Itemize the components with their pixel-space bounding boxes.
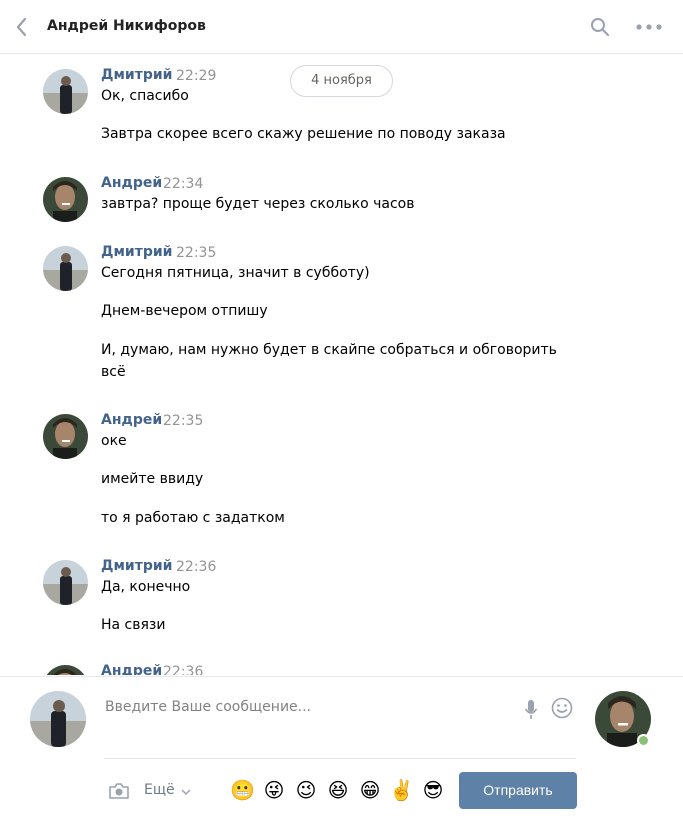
message-text: Да, конечно [101, 579, 191, 595]
more-attachments-button[interactable]: Ещё [144, 782, 175, 798]
emoji-grin[interactable]: 😁 [358, 778, 382, 802]
smile-icon[interactable] [551, 697, 573, 719]
message-author[interactable]: Дмитрий [101, 244, 172, 260]
emoji-winking-tongue[interactable]: 😜 [262, 778, 286, 802]
avatar[interactable] [43, 69, 88, 114]
message-text: Днем-вечером отпишу [101, 303, 268, 319]
emoji-sunglasses[interactable]: 😎 [421, 778, 445, 802]
message-author[interactable]: Андрей [101, 175, 162, 191]
emoji-victory-hand[interactable]: ✌️ [389, 778, 414, 802]
message-time: 22:35 [176, 245, 217, 261]
message-text: Сегодня пятница, значит в субботу) [101, 265, 370, 281]
more-options-icon[interactable] [636, 24, 662, 30]
avatar[interactable] [43, 414, 88, 459]
avatar[interactable] [43, 665, 88, 675]
microphone-icon[interactable] [524, 699, 538, 721]
avatar[interactable] [43, 560, 88, 605]
back-arrow-icon[interactable] [14, 16, 30, 38]
message-time: 22:35 [163, 413, 204, 429]
message-text: то я работаю с задатком [101, 510, 285, 526]
camera-icon[interactable] [108, 782, 130, 800]
message-author[interactable]: Дмитрий [101, 67, 172, 83]
chevron-down-icon[interactable] [181, 789, 191, 795]
message-author[interactable]: Андрей [101, 663, 162, 675]
message-text: Завтра скорее всего скажу решение по пов… [101, 126, 506, 142]
chat-title[interactable]: Андрей Никифоров [47, 18, 206, 34]
message-input[interactable]: Введите Ваше сообщение... [104, 691, 576, 759]
emoji-wink[interactable]: 😉 [294, 778, 318, 802]
online-indicator [637, 734, 650, 747]
chat-header: Андрей Никифоров [0, 0, 683, 54]
emoji-grimacing[interactable]: 😬 [230, 778, 255, 802]
emoji-laughing[interactable]: 😆 [326, 778, 350, 802]
message-text: На связи [101, 617, 166, 633]
avatar[interactable] [43, 177, 88, 222]
message-time: 22:34 [163, 176, 204, 192]
message-input-placeholder: Введите Ваше сообщение... [105, 699, 312, 715]
message-time: 22:36 [176, 559, 217, 575]
message-time: 22:29 [176, 68, 217, 84]
message-author[interactable]: Андрей [101, 412, 162, 428]
message-composer: Введите Ваше сообщение... Ещё 😬 😜 😉 😆 😁 … [0, 676, 683, 828]
search-icon[interactable] [590, 17, 610, 37]
message-history[interactable]: 4 ноября Дмитрий 22:29 Ок, спасибо Завтр… [0, 55, 683, 675]
message-text: оке [101, 433, 127, 449]
message-time: 22:36 [163, 664, 204, 675]
message-text: Ок, спасибо [101, 88, 189, 104]
my-avatar[interactable] [30, 691, 86, 747]
message-text: И, думаю, нам нужно будет в скайпе собра… [101, 342, 557, 380]
avatar[interactable] [43, 246, 88, 291]
message-text: завтра? проще будет через сколько часов [101, 196, 415, 212]
message-author[interactable]: Дмитрий [101, 558, 172, 574]
message-text: имейте ввиду [101, 471, 204, 487]
send-button[interactable]: Отправить [459, 772, 577, 809]
